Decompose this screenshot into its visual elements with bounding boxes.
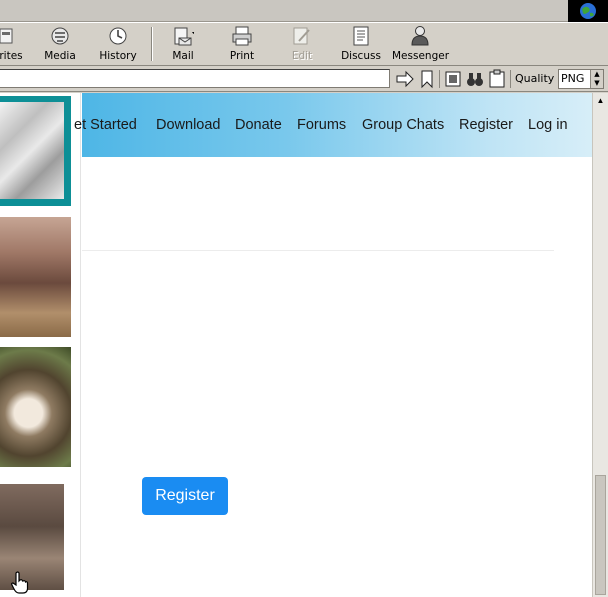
messenger-label: Messenger (392, 50, 450, 62)
nav-download[interactable]: Download (156, 117, 221, 133)
history-icon (109, 27, 127, 45)
thumbnail-animal-1[interactable] (0, 217, 71, 337)
nav-get-started[interactable]: et Started (74, 117, 137, 133)
clipboard-icon[interactable] (487, 69, 507, 89)
globe-icon (580, 3, 596, 19)
nav-register[interactable]: Register (459, 117, 513, 133)
url-input[interactable] (0, 69, 390, 88)
toolbar-separator (151, 27, 153, 61)
media-button[interactable]: Media (42, 25, 78, 65)
nav-forums[interactable]: Forums (297, 117, 346, 133)
print-label: Print (229, 50, 255, 62)
thumbnail-sketch[interactable] (0, 96, 71, 206)
menu-strip (0, 0, 608, 22)
nav-login[interactable]: Log in (528, 117, 568, 133)
quality-spinner[interactable]: ▲ ▼ (590, 70, 603, 88)
media-label: Media (44, 50, 76, 62)
edit-icon (293, 27, 310, 45)
discuss-button[interactable]: Discuss (340, 25, 382, 65)
address-separator (439, 70, 440, 88)
thumbnail-sketch-image (0, 102, 64, 199)
thumbnail-sidebar (0, 93, 81, 597)
messenger-icon (411, 26, 429, 46)
toolbar: rites Media History Mail Print Edit Disc… (0, 22, 608, 66)
scroll-up-icon[interactable]: ▲ (594, 94, 607, 108)
address-separator-2 (510, 70, 511, 88)
mail-icon (174, 27, 194, 46)
spin-down-icon[interactable]: ▼ (591, 79, 603, 88)
content-divider (82, 250, 554, 251)
bookmark-icon[interactable] (417, 69, 437, 89)
scroll-thumb[interactable] (595, 475, 606, 595)
quality-label: Quality (515, 72, 555, 85)
favorites-icon (0, 28, 13, 44)
printer-icon (232, 26, 252, 46)
binoculars-icon[interactable] (465, 69, 485, 89)
thumbnail-hedgehog[interactable] (0, 347, 71, 467)
quality-select[interactable]: PNG ▲ ▼ (558, 69, 604, 89)
mail-button[interactable]: Mail (166, 25, 200, 65)
discuss-label: Discuss (341, 50, 381, 62)
history-button[interactable]: History (98, 25, 138, 65)
history-label: History (99, 50, 137, 62)
print-button[interactable]: Print (226, 25, 258, 65)
quality-value: PNG (561, 72, 585, 85)
go-arrow-icon[interactable] (395, 69, 415, 89)
favorites-label: rites (0, 50, 23, 62)
messenger-button[interactable]: Messenger (392, 25, 450, 65)
media-icon (51, 27, 69, 45)
hand-pointer-icon (11, 571, 29, 594)
page-icon[interactable] (443, 69, 463, 89)
spin-up-icon[interactable]: ▲ (591, 70, 603, 79)
address-bar: Quality PNG ▲ ▼ (0, 66, 608, 92)
edit-button[interactable]: Edit (287, 25, 317, 65)
register-button[interactable]: Register (142, 477, 228, 515)
vertical-scrollbar[interactable]: ▲ (592, 93, 608, 597)
discuss-icon (353, 26, 369, 46)
nav-group-chats[interactable]: Group Chats (362, 117, 444, 133)
page-viewport: et Started Download Donate Forums Group … (0, 93, 592, 597)
nav-donate[interactable]: Donate (235, 117, 282, 133)
mail-label: Mail (172, 50, 194, 62)
browser-window: rites Media History Mail Print Edit Disc… (0, 0, 608, 597)
favorites-button[interactable]: rites (0, 25, 26, 65)
edit-label: Edit (291, 50, 313, 62)
throbber (568, 0, 608, 22)
site-navbar: et Started Download Donate Forums Group … (74, 93, 592, 157)
